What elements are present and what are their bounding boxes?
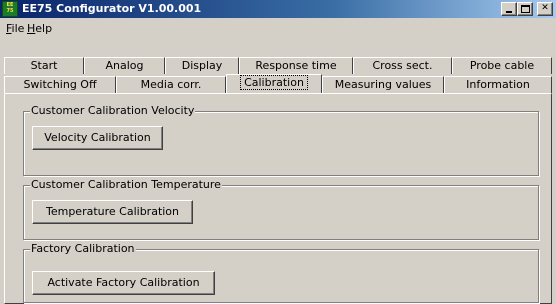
tab-response-time-label: Response time: [255, 59, 337, 72]
tab-cross-sect[interactable]: Cross sect.: [353, 57, 452, 74]
maximize-button[interactable]: [517, 2, 533, 16]
menu-file[interactable]: File: [6, 22, 24, 35]
tab-calibration[interactable]: Calibration: [226, 74, 322, 93]
tab-cross-sect-label: Cross sect.: [372, 59, 433, 72]
tab-media-corr[interactable]: Media corr.: [116, 76, 226, 93]
tab-analog[interactable]: Analog: [84, 57, 165, 74]
close-button[interactable]: ✕: [537, 2, 553, 16]
tab-display-label: Display: [181, 59, 223, 72]
velocity-calibration-button[interactable]: Velocity Calibration: [32, 126, 163, 150]
tab-measuring-values-label: Measuring values: [334, 78, 432, 91]
minimize-icon: [506, 11, 512, 13]
tab-probe-cable[interactable]: Probe cable: [452, 57, 552, 74]
tab-probe-cable-label: Probe cable: [469, 59, 535, 72]
tab-calibration-label: Calibration: [240, 75, 308, 90]
minimize-button[interactable]: [501, 2, 517, 16]
ee-app-icon[interactable]: EE 75: [2, 1, 18, 17]
tab-row-1: Start Analog Display Response time Cross…: [0, 57, 556, 74]
tab-row-2: Switching Off Media corr. Calibration Me…: [0, 74, 556, 94]
group-factory-legend: Factory Calibration: [30, 242, 136, 255]
group-customer-calibration-temperature: Customer Calibration Temperature Tempera…: [23, 178, 539, 240]
group-factory-calibration: Factory Calibration Activate Factory Cal…: [23, 242, 539, 303]
window-title: EE75 Configurator V1.00.001: [22, 2, 202, 15]
tab-measuring-values[interactable]: Measuring values: [322, 76, 444, 93]
tab-display[interactable]: Display: [165, 57, 239, 74]
menu-help-rest: elp: [35, 22, 53, 35]
group-temperature-legend: Customer Calibration Temperature: [30, 178, 222, 191]
configurator-window: EE 75 EE75 Configurator V1.00.001 ✕ File…: [0, 0, 556, 304]
tab-media-corr-label: Media corr.: [140, 78, 202, 91]
tab-information-label: Information: [466, 78, 530, 91]
menu-bar: File Help: [0, 19, 556, 37]
app-icon-text-bottom: 75: [6, 8, 14, 14]
menu-help[interactable]: Help: [27, 22, 52, 35]
tab-analog-label: Analog: [105, 59, 144, 72]
tab-response-time[interactable]: Response time: [239, 57, 353, 74]
tab-switching-off[interactable]: Switching Off: [4, 76, 116, 93]
tab-information[interactable]: Information: [444, 76, 552, 93]
group-customer-calibration-velocity: Customer Calibration Velocity Velocity C…: [23, 104, 539, 176]
group-velocity-legend: Customer Calibration Velocity: [30, 104, 196, 117]
temperature-calibration-button[interactable]: Temperature Calibration: [32, 200, 193, 224]
close-icon: ✕: [541, 3, 549, 13]
tab-start[interactable]: Start: [4, 57, 84, 74]
title-bar[interactable]: EE 75 EE75 Configurator V1.00.001 ✕: [0, 0, 556, 18]
activate-factory-calibration-button[interactable]: Activate Factory Calibration: [32, 271, 215, 295]
maximize-icon: [521, 5, 530, 13]
menu-file-rest: ile: [11, 22, 25, 35]
calibration-page: Customer Calibration Velocity Velocity C…: [4, 93, 552, 304]
tab-start-label: Start: [30, 59, 58, 72]
tab-switching-off-label: Switching Off: [23, 78, 97, 91]
